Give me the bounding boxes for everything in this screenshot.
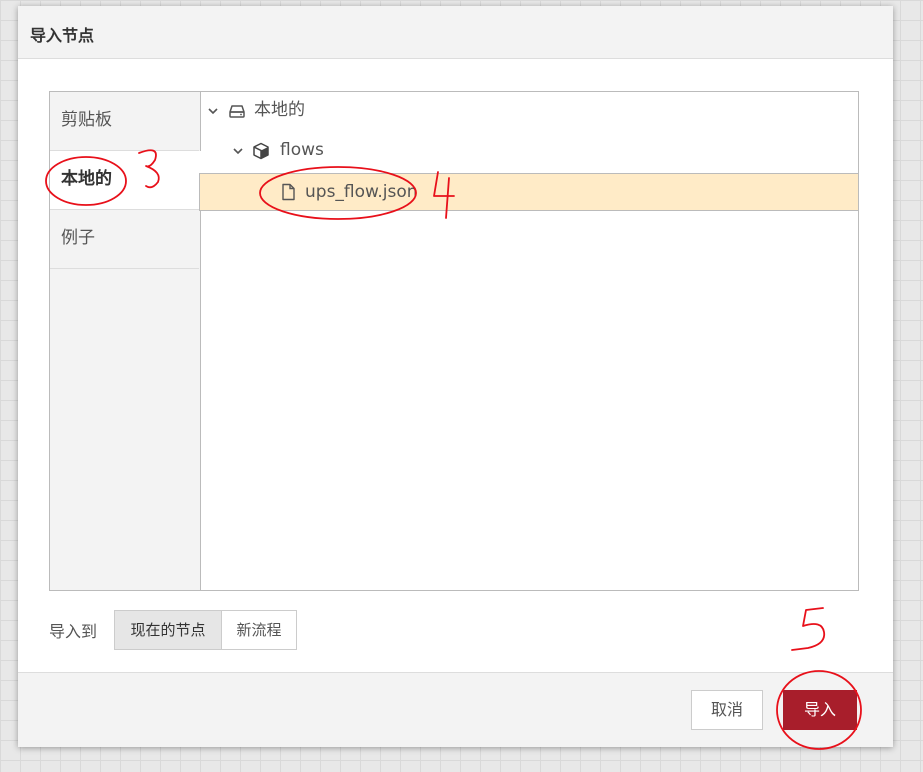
tree-item-flows-folder[interactable]: flows xyxy=(200,132,858,170)
import-to-new-flow-button[interactable]: 新流程 xyxy=(221,610,297,650)
chevron-down-icon[interactable] xyxy=(232,145,244,157)
import-to-current-flow-button[interactable]: 现在的节点 xyxy=(114,610,222,650)
import-nodes-dialog: 导入节点 剪贴板 本地的 例子 本地的 flows ups_flow.json … xyxy=(18,6,893,747)
tab-examples[interactable]: 例子 xyxy=(50,210,199,269)
import-to-label: 导入到 xyxy=(49,622,98,641)
tree-item-label: ups_flow.json xyxy=(305,182,418,202)
dialog-titlebar: 导入节点 xyxy=(18,6,893,59)
file-icon xyxy=(282,183,295,201)
dialog-title: 导入节点 xyxy=(30,26,95,45)
file-tree: 本地的 flows ups_flow.json xyxy=(199,92,859,590)
tab-clipboard[interactable]: 剪贴板 xyxy=(50,92,199,151)
tree-item-local-root[interactable]: 本地的 xyxy=(200,92,858,130)
source-tabs: 剪贴板 本地的 例子 xyxy=(50,92,201,590)
tab-local[interactable]: 本地的 xyxy=(50,151,201,210)
chevron-down-icon[interactable] xyxy=(207,105,219,117)
tree-item-label: flows xyxy=(280,140,324,160)
drive-icon xyxy=(229,105,245,118)
import-panel: 剪贴板 本地的 例子 本地的 flows ups_flow.json xyxy=(49,91,859,591)
import-button[interactable]: 导入 xyxy=(783,690,857,730)
tree-item-label: 本地的 xyxy=(254,100,305,120)
cancel-button[interactable]: 取消 xyxy=(691,690,763,730)
cube-icon xyxy=(253,142,269,160)
tree-item-ups-flow-file[interactable]: ups_flow.json xyxy=(199,173,859,211)
